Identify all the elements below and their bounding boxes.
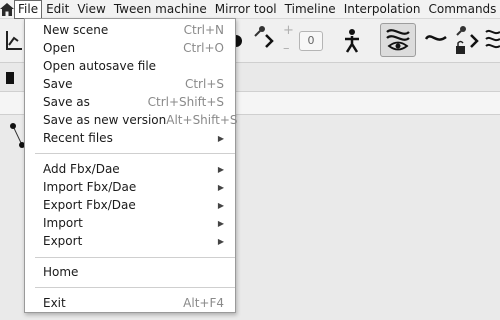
- menu-item-save-as[interactable]: Save as Ctrl+Shift+S: [25, 93, 235, 111]
- menu-item-label: Open: [43, 41, 76, 55]
- menu-item-exit[interactable]: Exit Alt+F4: [25, 294, 235, 312]
- next-arrow-icon[interactable]: [264, 33, 274, 52]
- menu-edit[interactable]: Edit: [42, 0, 73, 19]
- menu-tween-machine[interactable]: Tween machine: [110, 0, 211, 19]
- menu-item-label: Export: [43, 234, 83, 248]
- character-pose-icon[interactable]: [342, 28, 362, 57]
- next-arrow-2-icon[interactable]: [469, 33, 479, 52]
- menu-item-label: Export Fbx/Dae: [43, 198, 136, 212]
- menu-item-label: Open autosave file: [43, 59, 157, 73]
- menu-item-shortcut: Ctrl+Shift+S: [147, 95, 224, 109]
- menu-item-shortcut: Ctrl+O: [183, 41, 224, 55]
- menu-item-recent-files[interactable]: Recent files ▶: [25, 129, 235, 147]
- decrement-button[interactable]: –: [283, 42, 290, 55]
- menu-interpolation[interactable]: Interpolation: [340, 0, 425, 19]
- menu-item-save[interactable]: Save Ctrl+S: [25, 75, 235, 93]
- menu-mirror-tool[interactable]: Mirror tool: [211, 0, 281, 19]
- submenu-arrow-icon: ▶: [217, 133, 224, 143]
- submenu-arrow-icon: ▶: [217, 236, 224, 246]
- menu-item-open[interactable]: Open Ctrl+O: [25, 39, 235, 57]
- menu-view[interactable]: View: [73, 0, 109, 19]
- menu-item-add-fbx-dae[interactable]: Add Fbx/Dae ▶: [25, 160, 235, 178]
- menu-item-label: Import Fbx/Dae: [43, 180, 137, 194]
- visibility-toggle-button[interactable]: [380, 23, 416, 57]
- menu-item-shortcut: Ctrl+N: [183, 23, 224, 37]
- menu-item-label: Home: [43, 265, 79, 279]
- menu-item-label: Recent files: [43, 131, 113, 145]
- menu-item-label: Import: [43, 216, 83, 230]
- menu-commands[interactable]: Commands: [425, 0, 500, 19]
- curve-icon[interactable]: [424, 31, 448, 48]
- menu-separator: [35, 287, 235, 288]
- menu-item-label: Exit: [43, 296, 66, 310]
- submenu-arrow-icon: ▶: [217, 200, 224, 210]
- menu-item-save-as-new-version[interactable]: Save as new version Alt+Shift+S: [25, 111, 238, 129]
- graph-editor-icon[interactable]: [4, 29, 24, 54]
- curves-stack-icon[interactable]: [484, 27, 500, 58]
- menu-item-home[interactable]: Home: [25, 263, 235, 281]
- menu-separator: [35, 153, 235, 154]
- menu-item-new-scene[interactable]: New scene Ctrl+N: [25, 21, 235, 39]
- lock-key-icon[interactable]: [454, 25, 468, 60]
- menu-item-label: Add Fbx/Dae: [43, 162, 120, 176]
- menu-item-shortcut: Ctrl+S: [184, 77, 224, 91]
- menu-item-import[interactable]: Import ▶: [25, 214, 235, 232]
- menu-bar: File Edit View Tween machine Mirror tool…: [0, 0, 500, 19]
- menu-item-label: New scene: [43, 23, 109, 37]
- menu-item-export-fbx-dae[interactable]: Export Fbx/Dae ▶: [25, 196, 235, 214]
- menu-file[interactable]: File: [14, 0, 43, 19]
- file-menu-dropdown: New scene Ctrl+N Open Ctrl+O Open autosa…: [24, 18, 238, 313]
- home-icon[interactable]: [0, 0, 14, 19]
- menu-item-export[interactable]: Export ▶: [25, 232, 235, 250]
- menu-timeline[interactable]: Timeline: [281, 0, 340, 19]
- menu-item-shortcut: Alt+Shift+S: [166, 113, 238, 127]
- menu-item-shortcut: Alt+F4: [183, 296, 224, 310]
- submenu-arrow-icon: ▶: [217, 164, 224, 174]
- submenu-arrow-icon: ▶: [217, 182, 224, 192]
- menu-item-label: Save as new version: [43, 113, 167, 127]
- menu-item-open-autosave[interactable]: Open autosave file: [25, 57, 235, 75]
- menu-item-import-fbx-dae[interactable]: Import Fbx/Dae ▶: [25, 178, 235, 196]
- menu-separator: [35, 257, 235, 258]
- menu-item-label: Save as: [43, 95, 90, 109]
- increment-button[interactable]: +: [283, 24, 294, 37]
- submenu-arrow-icon: ▶: [217, 218, 224, 228]
- counter-field[interactable]: 0: [299, 31, 323, 51]
- document-icon[interactable]: [6, 72, 14, 87]
- menu-item-label: Save: [43, 77, 73, 91]
